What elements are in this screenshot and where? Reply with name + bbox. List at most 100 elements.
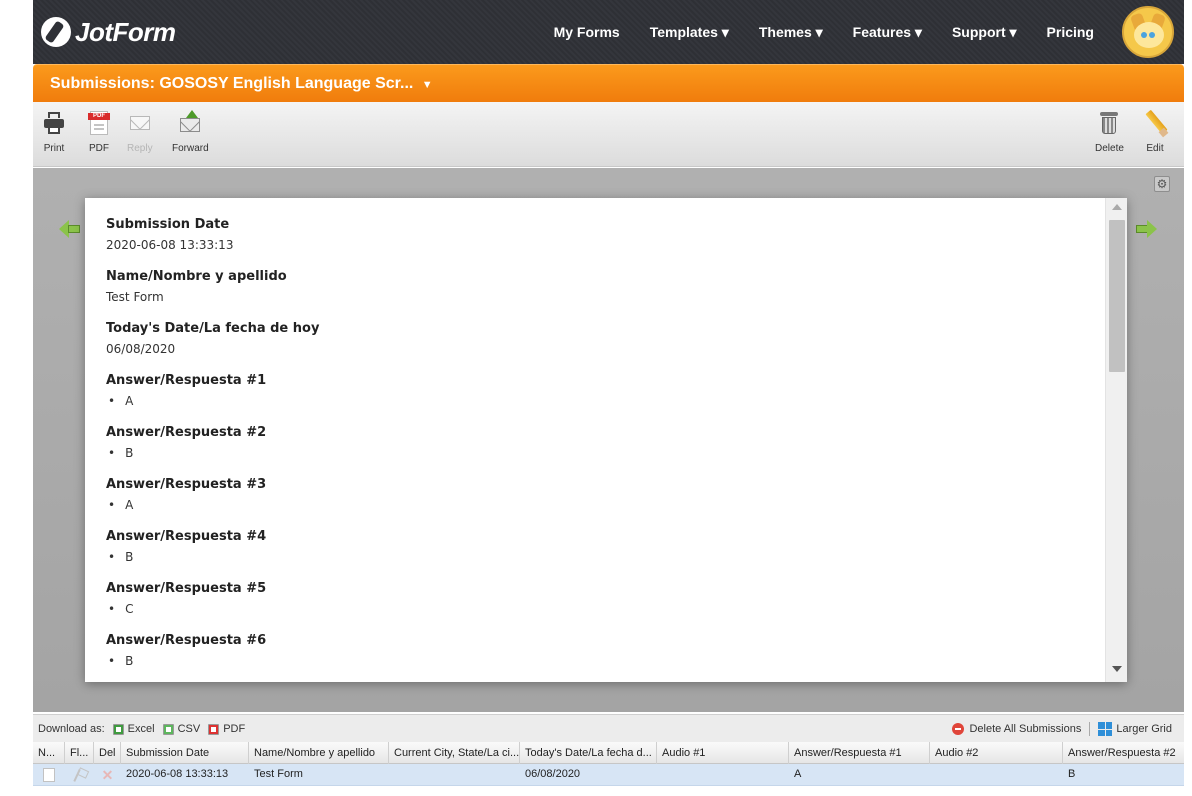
- download-csv-link[interactable]: CSV: [162, 723, 200, 735]
- delete-all-icon: [952, 723, 965, 735]
- nav-features[interactable]: Features ▾: [853, 24, 922, 41]
- column-header-city[interactable]: Current City, State/La ci...: [389, 742, 520, 764]
- nav-my-forms[interactable]: My Forms: [554, 24, 620, 40]
- reply-label: Reply: [127, 143, 153, 154]
- caret-down-icon: ▼: [421, 79, 433, 91]
- column-header-audio-2[interactable]: Audio #2: [930, 742, 1063, 764]
- cell-audio-2: [930, 764, 1063, 786]
- scroll-down-icon[interactable]: [1112, 666, 1122, 672]
- larger-grid-button[interactable]: Larger Grid: [1098, 722, 1172, 736]
- download-excel-link[interactable]: Excel: [112, 723, 155, 735]
- submission-fields: Submission Date 2020-06-08 13:33:13 Name…: [106, 216, 1086, 682]
- submission-card: Submission Date 2020-06-08 13:33:13 Name…: [85, 198, 1127, 682]
- field-label: Answer/Respuesta #5: [106, 581, 267, 596]
- user-avatar[interactable]: [1122, 6, 1174, 58]
- nav-themes[interactable]: Themes ▾: [759, 24, 823, 41]
- top-navigation: JotForm My Forms Templates ▾ Themes ▾ Fe…: [33, 0, 1184, 64]
- field-value: 06/08/2020: [106, 342, 176, 356]
- field-answer-4: Answer/Respuesta #4 B: [106, 528, 1086, 580]
- delete-all-submissions-button[interactable]: Delete All Submissions: [952, 723, 1081, 735]
- print-icon: [42, 110, 66, 136]
- submissions-grid: N... Fl... Del Submission Date Name/Nomb…: [33, 742, 1184, 796]
- print-button[interactable]: Print: [42, 110, 66, 154]
- reply-button[interactable]: Reply: [127, 110, 153, 154]
- field-label: Name/Nombre y apellido: [106, 269, 287, 284]
- column-header-answer-2[interactable]: Answer/Respuesta #2: [1063, 742, 1184, 764]
- field-value: Test Form: [106, 290, 164, 304]
- field-todays-date: Today's Date/La fecha de hoy 06/08/2020: [106, 320, 1086, 372]
- nav-support[interactable]: Support ▾: [952, 24, 1017, 41]
- cell-audio-1: [657, 764, 789, 786]
- form-selector[interactable]: Submissions: GOSOSY English Language Scr…: [50, 75, 433, 93]
- field-label: Submission Date: [106, 217, 230, 232]
- cell-todays-date: 06/08/2020: [525, 768, 581, 780]
- edit-button[interactable]: Edit: [1143, 109, 1169, 154]
- column-header-number[interactable]: N...: [33, 742, 65, 764]
- download-pdf-link[interactable]: PDF: [208, 723, 245, 735]
- pdf-file-icon: [208, 723, 220, 735]
- prev-arrow-icon[interactable]: [59, 220, 81, 238]
- avatar-eye-right: [1149, 32, 1155, 38]
- field-answer-5: Answer/Respuesta #5 C: [106, 580, 1086, 632]
- delete-label: Delete: [1095, 143, 1124, 154]
- forward-label: Forward: [172, 143, 209, 154]
- submission-viewer: ⚙ Submission Date 2020-06-08 13:33:13 Na…: [33, 168, 1184, 712]
- edit-icon: [1143, 109, 1169, 138]
- column-header-name[interactable]: Name/Nombre y apellido: [249, 742, 389, 764]
- card-scrollbar[interactable]: [1105, 198, 1127, 682]
- scroll-up-icon[interactable]: [1112, 204, 1122, 210]
- cell-answer-2: B: [1068, 768, 1076, 780]
- delete-button[interactable]: Delete: [1095, 110, 1124, 154]
- column-header-audio-1[interactable]: Audio #1: [657, 742, 789, 764]
- scroll-thumb[interactable]: [1109, 220, 1125, 372]
- jotform-submissions-app: JotForm My Forms Templates ▾ Themes ▾ Fe…: [0, 0, 1192, 796]
- main-menu: My Forms Templates ▾ Themes ▾ Features ▾…: [524, 0, 1094, 64]
- print-label: Print: [43, 143, 65, 154]
- excel-icon: [112, 723, 124, 735]
- field-value: B: [106, 444, 1086, 462]
- field-value: C: [106, 600, 1086, 618]
- field-label: Answer/Respuesta #3: [106, 477, 267, 492]
- form-title-text: Submissions: GOSOSY English Language Scr…: [50, 75, 414, 92]
- larger-grid-label: Larger Grid: [1116, 723, 1172, 735]
- column-header-todays-date[interactable]: Today's Date/La fecha d...: [520, 742, 657, 764]
- row-view-cell[interactable]: [33, 764, 65, 786]
- next-arrow-icon[interactable]: [1136, 220, 1158, 238]
- document-icon: [43, 768, 55, 782]
- cell-city: [389, 764, 520, 786]
- nav-pricing[interactable]: Pricing: [1047, 24, 1094, 40]
- forward-button[interactable]: Forward: [172, 110, 209, 154]
- column-header-flag[interactable]: Fl...: [65, 742, 94, 764]
- pdf-badge: PDF: [88, 113, 110, 120]
- field-value: B: [106, 548, 1086, 566]
- divider: [1089, 722, 1091, 736]
- field-label: Answer/Respuesta #6: [106, 633, 267, 648]
- column-header-delete[interactable]: Del: [94, 742, 121, 764]
- cell-name: Test Form: [254, 768, 303, 780]
- reply-icon: [128, 110, 152, 136]
- field-label: Answer/Respuesta #4: [106, 529, 267, 544]
- column-header-answer-1[interactable]: Answer/Respuesta #1: [789, 742, 930, 764]
- cell-answer-1: A: [794, 768, 802, 780]
- field-label: Answer/Respuesta #2: [106, 425, 267, 440]
- pdf-label: PDF: [89, 143, 109, 154]
- field-answer-2: Answer/Respuesta #2 B: [106, 424, 1086, 476]
- pdf-download-label: PDF: [223, 723, 246, 735]
- csv-icon: [162, 723, 174, 735]
- row-flag-cell[interactable]: [65, 764, 94, 786]
- flag-icon: [73, 768, 87, 782]
- pdf-button[interactable]: PDF PDF: [87, 110, 111, 154]
- jotform-logo[interactable]: JotForm: [41, 16, 176, 48]
- gear-icon[interactable]: ⚙: [1154, 176, 1170, 192]
- nav-templates[interactable]: Templates ▾: [650, 24, 729, 41]
- table-row[interactable]: ✕ 2020-06-08 13:33:13 Test Form 06/08/20…: [33, 764, 1184, 786]
- submissions-title-bar: Submissions: GOSOSY English Language Scr…: [33, 64, 1184, 102]
- field-label: Answer/Respuesta #1: [106, 373, 267, 388]
- row-delete-cell[interactable]: ✕: [94, 764, 121, 786]
- logo-text: JotForm: [75, 16, 176, 47]
- field-value: 2020-06-08 13:33:13: [106, 238, 234, 252]
- cell-submission-date: 2020-06-08 13:33:13: [126, 768, 229, 780]
- field-label: Today's Date/La fecha de hoy: [106, 321, 320, 336]
- jotform-logo-icon: [41, 17, 71, 47]
- column-header-submission-date[interactable]: Submission Date: [121, 742, 249, 764]
